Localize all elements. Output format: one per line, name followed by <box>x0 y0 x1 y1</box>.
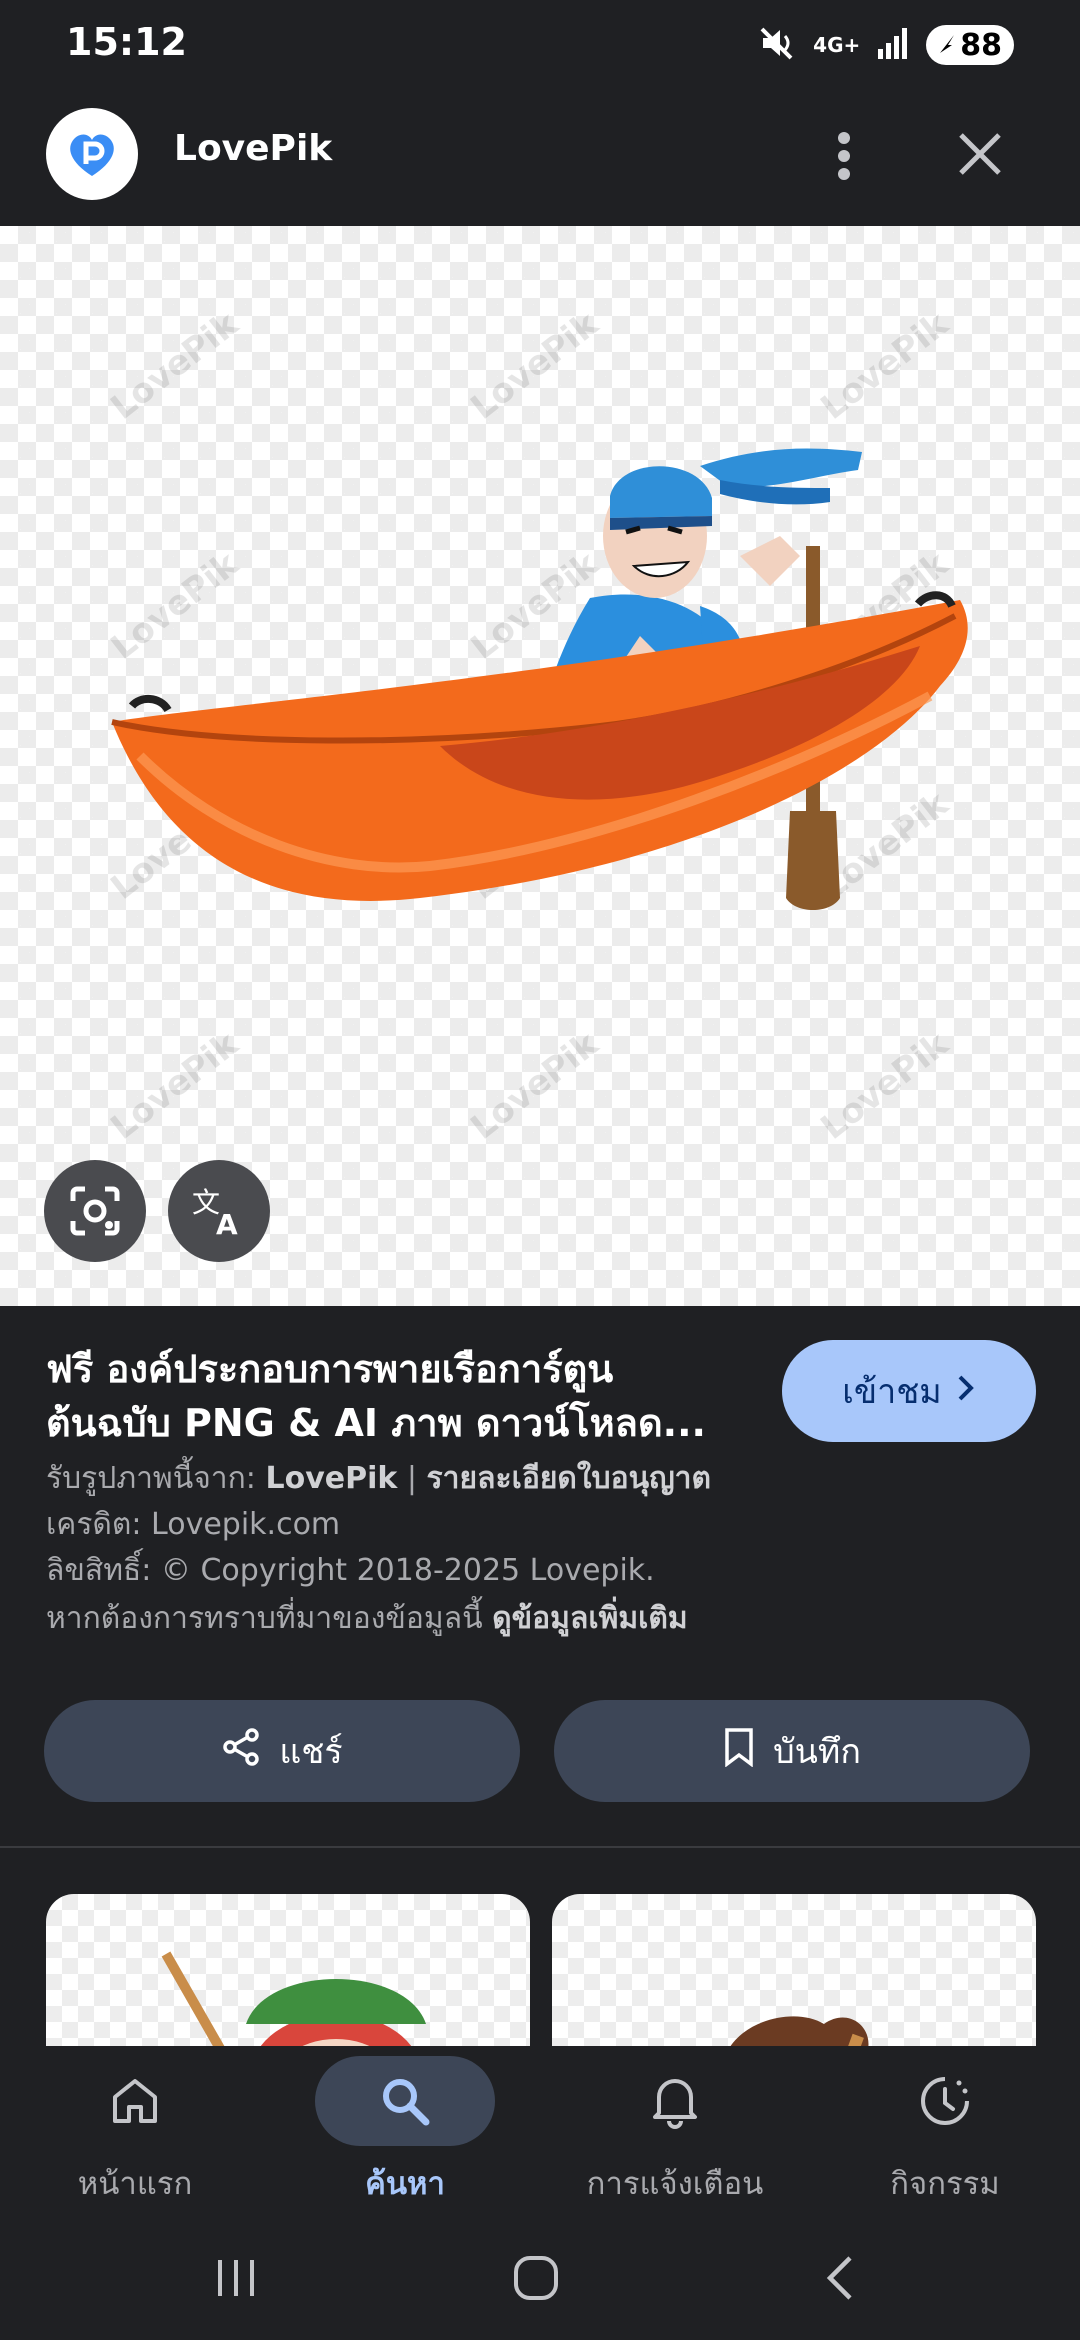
close-icon[interactable] <box>948 116 1012 192</box>
nav-notifications[interactable]: การแจ้งเตือน <box>540 2046 810 2218</box>
battery-indicator: 88 <box>926 25 1014 65</box>
bottom-navigation: หน้าแรก ค้นหา การแจ้งเตือน กิจกรรม <box>0 2046 1080 2218</box>
status-time: 15:12 <box>66 20 187 64</box>
bell-icon <box>585 2056 765 2146</box>
recent-apps-icon[interactable] <box>176 2238 296 2318</box>
google-lens-icon[interactable] <box>44 1160 146 1262</box>
activity-icon <box>855 2056 1035 2146</box>
site-name[interactable]: LovePik <box>174 128 332 169</box>
battery-icon <box>938 28 956 63</box>
visit-label: เข้าชม <box>842 1372 942 1412</box>
share-icon <box>221 1727 261 1776</box>
source-separator: | <box>406 1461 417 1496</box>
image-preview[interactable]: LovePik LovePik LovePik LovePik LovePik … <box>0 226 1080 1306</box>
status-bar: 15:12 4G+ 88 <box>0 0 1080 90</box>
license-link[interactable]: รายละเอียดใบอนุญาต <box>427 1461 711 1496</box>
svg-text:A: A <box>216 1208 238 1240</box>
system-navigation-bar <box>0 2218 1080 2340</box>
kayak-illustration <box>111 448 968 910</box>
image-info-panel: ฟรี องค์ประกอบการพายเรือการ์ตูน ต้นฉบับ … <box>0 1306 1080 1846</box>
nav-home-label: หน้าแรก <box>77 2166 193 2202</box>
chevron-right-icon <box>956 1371 976 1411</box>
network-type: 4G+ <box>813 33 861 57</box>
nav-activity-label: กิจกรรม <box>890 2166 1000 2202</box>
more-vert-icon[interactable] <box>818 120 870 192</box>
bookmark-icon <box>723 1727 755 1776</box>
battery-level: 88 <box>960 27 1002 63</box>
more-info-link[interactable]: ดูข้อมูลเพิ่มเติม <box>492 1601 687 1636</box>
share-label: แชร์ <box>279 1732 343 1772</box>
copyright-text: ลิขสิทธิ์: © Copyright 2018-2025 Lovepik… <box>46 1553 655 1588</box>
status-icons: 4G+ 88 <box>757 22 1014 68</box>
signal-icon <box>876 25 910 65</box>
visit-button[interactable]: เข้าชม <box>782 1340 1036 1442</box>
source-prefix: รับรูปภาพนี้จาก: <box>46 1461 256 1496</box>
nav-search[interactable]: ค้นหา <box>270 2046 540 2218</box>
save-label: บันทึก <box>773 1732 861 1772</box>
credit-text: เครดิต: Lovepik.com <box>46 1507 341 1542</box>
divider <box>0 1846 1080 1848</box>
nav-notifications-label: การแจ้งเตือน <box>586 2166 764 2202</box>
nav-home[interactable]: หน้าแรก <box>0 2046 270 2218</box>
share-button[interactable]: แชร์ <box>44 1700 520 1802</box>
back-icon[interactable] <box>780 2238 900 2318</box>
nav-search-label: ค้นหา <box>365 2166 445 2202</box>
source-row: รับรูปภาพนี้จาก: LovePik | รายละเอียดใบอ… <box>46 1456 1046 1502</box>
image-meta: รับรูปภาพนี้จาก: LovePik | รายละเอียดใบอ… <box>46 1456 1046 1642</box>
save-button[interactable]: บันทึก <box>554 1700 1030 1802</box>
search-icon <box>315 2056 495 2146</box>
home-icon <box>45 2056 225 2146</box>
nav-activity[interactable]: กิจกรรม <box>810 2046 1080 2218</box>
more-info-row: หากต้องการทราบที่มาของข้อมูลนี้ ดูข้อมูล… <box>46 1596 1046 1642</box>
translate-icon[interactable]: 文 A <box>168 1160 270 1262</box>
mute-icon <box>757 23 797 67</box>
lovepik-logo-icon[interactable] <box>46 108 138 200</box>
more-info-prefix: หากต้องการทราบที่มาของข้อมูลนี้ <box>46 1601 483 1636</box>
image-title[interactable]: ฟรี องค์ประกอบการพายเรือการ์ตูน ต้นฉบับ … <box>46 1342 746 1450</box>
image-viewer-header: LovePik <box>0 90 1080 226</box>
source-name[interactable]: LovePik <box>265 1461 397 1496</box>
home-button-icon[interactable] <box>476 2238 596 2318</box>
